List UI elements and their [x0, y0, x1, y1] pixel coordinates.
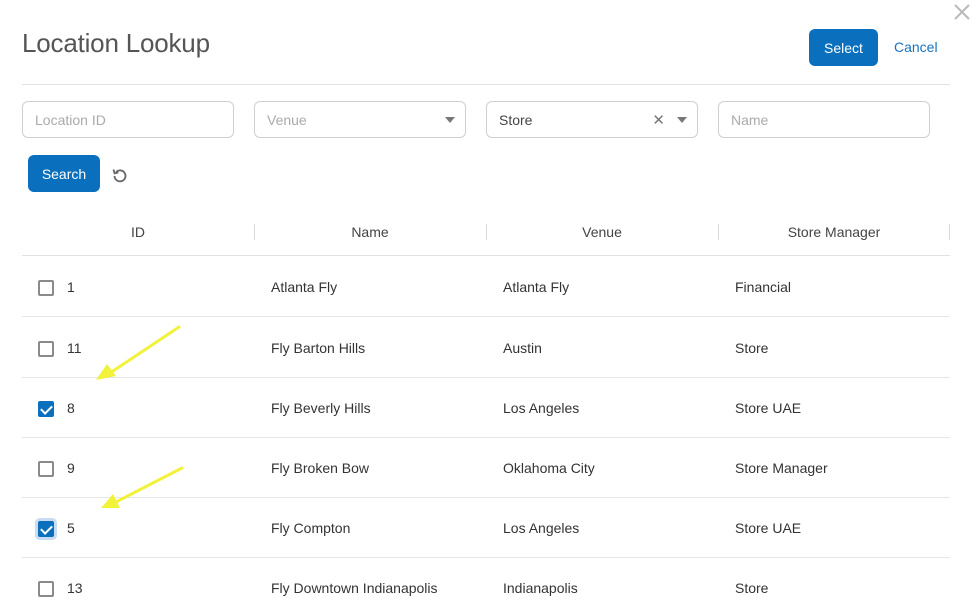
- cell-name: Fly Beverly Hills: [271, 400, 371, 416]
- row-checkbox[interactable]: [38, 521, 54, 537]
- table-row[interactable]: 9 Fly Broken Bow Oklahoma City Store Man…: [22, 438, 950, 498]
- cell-id: 11: [67, 340, 82, 356]
- row-checkbox[interactable]: [38, 341, 54, 357]
- cell-store-manager: Store UAE: [735, 520, 802, 536]
- column-header-name[interactable]: Name: [254, 212, 486, 256]
- cell-name: Fly Barton Hills: [271, 340, 366, 356]
- cell-id: 1: [67, 279, 75, 295]
- table-row[interactable]: 8 Fly Beverly Hills Los Angeles Store UA…: [22, 378, 950, 438]
- select-button[interactable]: Select: [809, 29, 878, 66]
- venue-select[interactable]: Venue: [254, 101, 466, 138]
- location-id-input[interactable]: [35, 111, 233, 128]
- name-input[interactable]: [731, 111, 929, 128]
- cell-venue: Oklahoma City: [503, 460, 595, 476]
- close-icon[interactable]: [952, 2, 972, 22]
- table-row[interactable]: 13 Fly Downtown Indianapolis Indianapoli…: [22, 558, 950, 613]
- type-select[interactable]: Store ✕: [486, 101, 698, 138]
- name-field[interactable]: [718, 101, 930, 138]
- cell-id: 8: [67, 400, 75, 416]
- cell-id: 13: [67, 580, 83, 596]
- table-header: ID Name Venue Store Manager: [22, 212, 950, 256]
- cell-id: 5: [67, 520, 75, 536]
- chevron-down-icon[interactable]: [445, 117, 455, 123]
- cell-venue: Austin: [503, 340, 542, 356]
- header-divider: [22, 84, 950, 85]
- clear-icon[interactable]: ✕: [652, 111, 665, 129]
- cell-name: Fly Broken Bow: [271, 460, 370, 476]
- row-checkbox[interactable]: [38, 401, 54, 417]
- cell-venue: Los Angeles: [503, 400, 580, 416]
- cell-store-manager: Store UAE: [735, 400, 802, 416]
- cell-name: Atlanta Fly: [271, 279, 338, 295]
- table-row[interactable]: 1 Atlanta Fly Atlanta Fly Financial: [22, 257, 950, 317]
- chevron-down-icon[interactable]: [677, 117, 687, 123]
- cancel-link[interactable]: Cancel: [894, 39, 938, 55]
- dialog-title: Location Lookup: [22, 28, 210, 58]
- cell-name: Fly Downtown Indianapolis: [271, 580, 438, 596]
- cell-venue: Los Angeles: [503, 520, 580, 536]
- cell-store-manager: Financial: [735, 279, 792, 295]
- search-button[interactable]: Search: [28, 155, 100, 192]
- cell-venue: Atlanta Fly: [503, 279, 570, 295]
- cell-store-manager: Store: [735, 580, 769, 596]
- table-row[interactable]: 5 Fly Compton Los Angeles Store UAE: [22, 498, 950, 558]
- row-checkbox[interactable]: [38, 461, 54, 477]
- column-divider: [949, 224, 950, 240]
- row-checkbox[interactable]: [38, 280, 54, 296]
- cell-store-manager: Store: [735, 340, 769, 356]
- column-header-venue[interactable]: Venue: [486, 212, 718, 256]
- venue-placeholder: Venue: [267, 111, 307, 128]
- location-id-field[interactable]: [22, 101, 234, 138]
- type-selected-value: Store: [499, 111, 533, 128]
- column-header-id[interactable]: ID: [22, 212, 254, 256]
- cell-venue: Indianapolis: [503, 580, 578, 596]
- cell-id: 9: [67, 460, 75, 476]
- cell-store-manager: Store Manager: [735, 460, 828, 476]
- reset-icon[interactable]: [110, 166, 130, 186]
- cell-name: Fly Compton: [271, 520, 351, 536]
- table-row[interactable]: 11 Fly Barton Hills Austin Store: [22, 318, 950, 378]
- row-checkbox[interactable]: [38, 581, 54, 597]
- column-header-store-manager[interactable]: Store Manager: [718, 212, 950, 256]
